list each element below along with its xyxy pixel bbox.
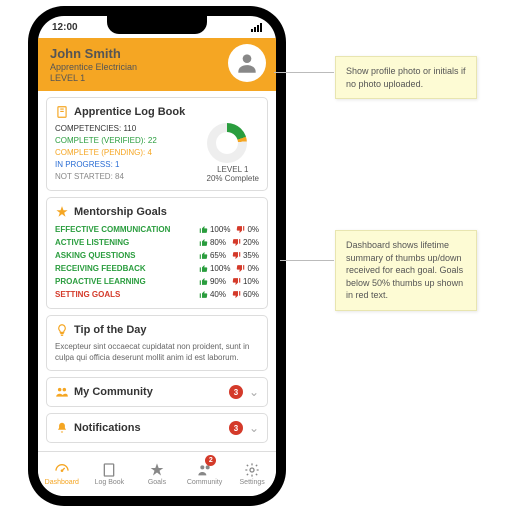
goal-row: ACTIVE LISTENING 80% 20% bbox=[55, 236, 259, 249]
tab-label: Community bbox=[187, 479, 222, 486]
chevron-down-icon: ⌄ bbox=[249, 421, 259, 435]
mentorship-title: Mentorship Goals bbox=[74, 206, 167, 218]
stat-notstarted: NOT STARTED: 84 bbox=[55, 171, 157, 183]
goal-row: PROACTIVE LEARNING 90% 10% bbox=[55, 275, 259, 288]
goal-row: RECEIVING FEEDBACK 100% 0% bbox=[55, 262, 259, 275]
connector bbox=[274, 72, 334, 73]
goal-row: ASKING QUESTIONS 65% 35% bbox=[55, 249, 259, 262]
thumbs-up-icon: 100% bbox=[199, 264, 230, 273]
goal-name: ACTIVE LISTENING bbox=[55, 238, 129, 247]
signal-icon bbox=[251, 23, 262, 32]
tab-label: Dashboard bbox=[45, 479, 79, 486]
tab-label: Goals bbox=[148, 479, 166, 486]
goal-name: PROACTIVE LEARNING bbox=[55, 277, 146, 286]
chart-pct: 20% Complete bbox=[207, 174, 259, 183]
logbook-card[interactable]: Apprentice Log Book COMPETENCIES: 110 CO… bbox=[46, 97, 268, 191]
stat-inprogress: IN PROGRESS: 1 bbox=[55, 159, 157, 171]
tab-bar: Dashboard Log Book Goals 2 Community Set… bbox=[38, 451, 276, 496]
thumbs-down-icon: 60% bbox=[232, 290, 259, 299]
annotation-goals: Dashboard shows lifetime summary of thum… bbox=[335, 230, 477, 311]
goal-row: SETTING GOALS 40% 60% bbox=[55, 288, 259, 301]
logbook-stats: COMPETENCIES: 110 COMPLETE (VERIFIED): 2… bbox=[55, 123, 157, 183]
tip-title: Tip of the Day bbox=[74, 324, 147, 336]
goal-row: EFFECTIVE COMMUNICATION 100% 0% bbox=[55, 223, 259, 236]
chart-level: LEVEL 1 bbox=[207, 165, 259, 174]
book-icon bbox=[55, 105, 69, 119]
thumbs-up-icon: 100% bbox=[199, 225, 230, 234]
notifications-card[interactable]: Notifications 3 ⌄ bbox=[46, 413, 268, 443]
star-icon bbox=[55, 205, 69, 219]
bulb-icon bbox=[55, 323, 69, 337]
thumbs-down-icon: 0% bbox=[236, 264, 259, 273]
star-icon bbox=[149, 462, 165, 478]
pie-icon bbox=[207, 123, 247, 163]
profile-header: John Smith Apprentice Electrician LEVEL … bbox=[38, 38, 276, 91]
progress-chart: LEVEL 1 20% Complete bbox=[207, 123, 259, 183]
thumbs-down-icon: 20% bbox=[232, 238, 259, 247]
chevron-down-icon: ⌄ bbox=[249, 385, 259, 399]
thumbs-down-icon: 35% bbox=[232, 251, 259, 260]
gauge-icon bbox=[54, 462, 70, 478]
content: Apprentice Log Book COMPETENCIES: 110 CO… bbox=[38, 91, 276, 475]
tab-label: Settings bbox=[240, 479, 265, 486]
phone-frame: 12:00 John Smith Apprentice Electrician … bbox=[28, 6, 286, 506]
goal-name: RECEIVING FEEDBACK bbox=[55, 264, 146, 273]
stat-pending: COMPLETE (PENDING): 4 bbox=[55, 147, 157, 159]
connector bbox=[280, 260, 334, 261]
goal-name: SETTING GOALS bbox=[55, 290, 120, 299]
tip-text: Excepteur sint occaecat cupidatat non pr… bbox=[55, 341, 259, 363]
tab-logbook[interactable]: Log Book bbox=[86, 452, 134, 496]
mentorship-card[interactable]: Mentorship Goals EFFECTIVE COMMUNICATION… bbox=[46, 197, 268, 309]
tab-goals[interactable]: Goals bbox=[133, 452, 181, 496]
status-time: 12:00 bbox=[52, 22, 78, 33]
tip-card[interactable]: Tip of the Day Excepteur sint occaecat c… bbox=[46, 315, 268, 371]
goal-name: ASKING QUESTIONS bbox=[55, 251, 135, 260]
annotation-avatar: Show profile photo or initials if no pho… bbox=[335, 56, 477, 99]
notifications-badge: 3 bbox=[229, 421, 243, 435]
logbook-title: Apprentice Log Book bbox=[74, 106, 185, 118]
thumbs-down-icon: 0% bbox=[236, 225, 259, 234]
book-icon bbox=[101, 462, 117, 478]
thumbs-up-icon: 80% bbox=[199, 238, 226, 247]
community-title: My Community bbox=[74, 386, 153, 398]
avatar[interactable] bbox=[228, 44, 266, 82]
stat-competencies: COMPETENCIES: 110 bbox=[55, 123, 157, 135]
bell-icon bbox=[55, 421, 69, 435]
thumbs-down-icon: 10% bbox=[232, 277, 259, 286]
notifications-title: Notifications bbox=[74, 422, 141, 434]
community-tab-badge: 2 bbox=[205, 455, 216, 466]
goal-name: EFFECTIVE COMMUNICATION bbox=[55, 225, 170, 234]
community-card[interactable]: My Community 3 ⌄ bbox=[46, 377, 268, 407]
tab-community[interactable]: 2 Community bbox=[181, 452, 229, 496]
screen: 12:00 John Smith Apprentice Electrician … bbox=[38, 16, 276, 496]
tab-label: Log Book bbox=[95, 479, 125, 486]
thumbs-up-icon: 65% bbox=[199, 251, 226, 260]
stat-verified: COMPLETE (VERIFIED): 22 bbox=[55, 135, 157, 147]
community-badge: 3 bbox=[229, 385, 243, 399]
gear-icon bbox=[244, 462, 260, 478]
goals-list: EFFECTIVE COMMUNICATION 100% 0%ACTIVE LI… bbox=[55, 223, 259, 301]
notch bbox=[107, 16, 207, 34]
thumbs-up-icon: 90% bbox=[199, 277, 226, 286]
people-icon bbox=[55, 385, 69, 399]
tab-settings[interactable]: Settings bbox=[228, 452, 276, 496]
thumbs-up-icon: 40% bbox=[199, 290, 226, 299]
person-icon bbox=[234, 50, 260, 76]
tab-dashboard[interactable]: Dashboard bbox=[38, 452, 86, 496]
